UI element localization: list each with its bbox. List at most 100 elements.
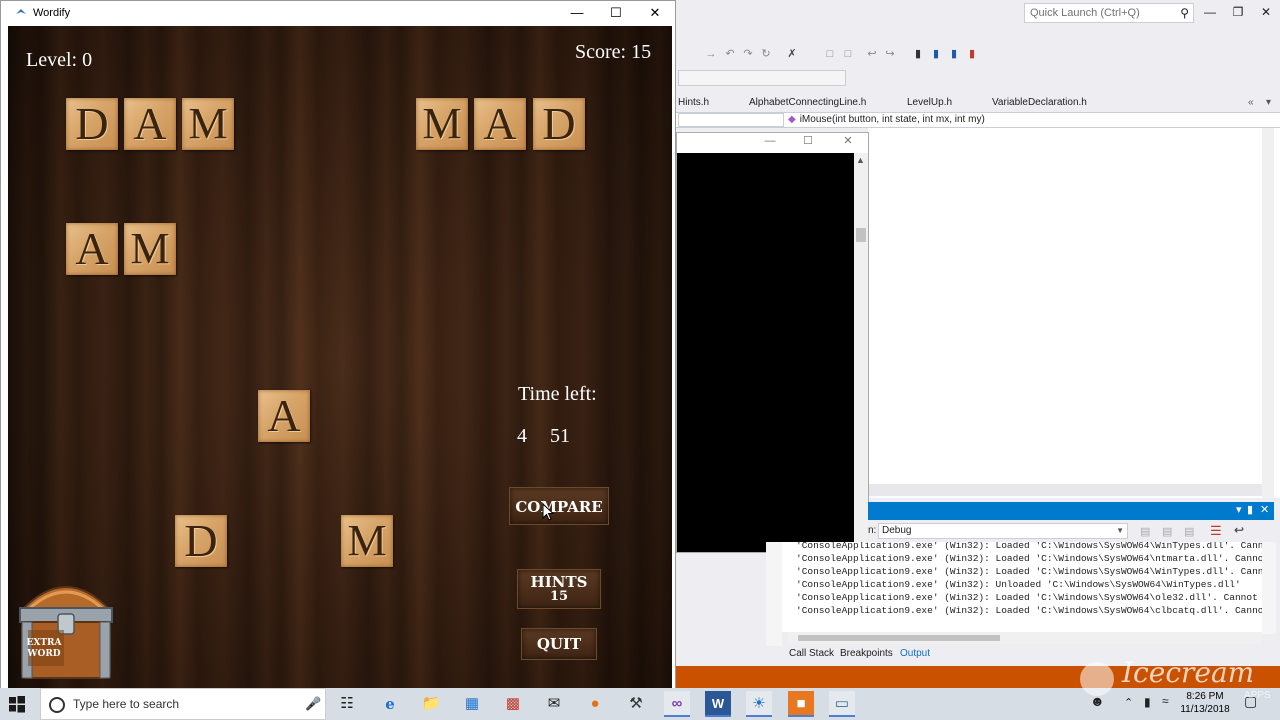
console-app-icon[interactable]: ▭	[829, 691, 855, 717]
output-line: 'ConsoleApplication9.exe' (Win32): Loade…	[796, 592, 1262, 603]
orange-app-icon[interactable]: ■	[788, 691, 814, 717]
letter-tile-m: M	[124, 223, 176, 275]
letter-tile-d: D	[533, 98, 585, 150]
letter-tile-a: A	[124, 98, 176, 150]
nav-scope-select[interactable]	[678, 113, 784, 127]
windows-logo-icon	[9, 696, 25, 713]
tab-call-stack[interactable]: Call Stack	[789, 648, 834, 659]
editor-horizontal-scrollbar[interactable]	[868, 484, 1262, 496]
console-scrollbar[interactable]	[854, 153, 868, 552]
visual-studio-icon[interactable]: ∞	[664, 691, 690, 717]
scroll-up-icon[interactable]: ▲	[856, 155, 865, 165]
tab-breakpoints[interactable]: Breakpoints	[840, 648, 893, 659]
tab-variable-declaration-h[interactable]: VariableDeclaration.h	[992, 96, 1087, 110]
extra-word-chest-button[interactable]: EXTRA WORD	[14, 570, 118, 682]
tab-level-up-h[interactable]: LevelUp.h	[907, 96, 952, 110]
toolbar-uncomment-icon[interactable]: ↪	[884, 48, 896, 60]
toolbar-icon[interactable]: □	[842, 48, 854, 60]
search-icon: ⚲	[1180, 6, 1189, 20]
letter-tile-m[interactable]: M	[341, 515, 393, 567]
tool-icon[interactable]: ⚒	[623, 691, 649, 717]
quit-button[interactable]: QUIT	[521, 628, 597, 660]
hints-button[interactable]: HINTS 15	[517, 569, 601, 609]
firefox-icon[interactable]: ●	[582, 691, 608, 717]
edge-icon[interactable]: e	[377, 691, 403, 717]
letter-tile-m: M	[416, 98, 468, 150]
quick-launch-placeholder: Quick Launch (Ctrl+Q)	[1030, 7, 1140, 19]
solution-config-select[interactable]	[678, 70, 846, 86]
output-source-select[interactable]: Debug ▼	[878, 523, 1128, 539]
letter-tile-a: A	[66, 223, 118, 275]
function-icon: ◆	[788, 114, 796, 125]
toolbar-icon[interactable]: □	[824, 48, 836, 60]
toolbar-refresh-icon[interactable]: ↻	[760, 48, 772, 60]
extra-word-line1: EXTRA	[26, 638, 62, 648]
close-button[interactable]: ✕	[636, 1, 674, 25]
editor-vertical-scrollbar[interactable]	[1262, 128, 1274, 498]
vs-restore-button[interactable]: ❐	[1226, 4, 1250, 20]
find-icon[interactable]: ▤	[1140, 525, 1150, 538]
store-icon[interactable]: ▦	[459, 691, 485, 717]
bookmark-prev-icon[interactable]: ▮	[930, 48, 942, 60]
nav-function-select[interactable]: ◆ iMouse(int button, int state, int mx, i…	[788, 113, 1274, 127]
paint-icon[interactable]: ☀	[746, 691, 772, 717]
console-close-button[interactable]: ✕	[838, 134, 858, 148]
compare-button[interactable]: COMPARE	[509, 487, 609, 525]
watermark-sub: APPS	[1244, 690, 1271, 701]
output-vertical-scrollbar[interactable]	[1262, 542, 1276, 634]
score-indicator: Score: 15	[575, 41, 652, 63]
console-minimize-button[interactable]: —	[760, 134, 780, 148]
toolbar-step-icon[interactable]: ↷	[742, 48, 754, 60]
output-line: 'ConsoleApplication9.exe' (Win32): Loade…	[796, 605, 1262, 616]
letter-tile-a[interactable]: A	[258, 390, 310, 442]
ice-cream-icon	[1080, 662, 1114, 696]
prev-message-icon[interactable]: ▤	[1162, 525, 1172, 538]
tab-output[interactable]: Output	[900, 648, 930, 659]
window-title: Wordify	[33, 7, 71, 19]
treasure-chest-icon	[19, 586, 113, 679]
toolbar-arrow-icon[interactable]: →	[705, 48, 717, 60]
extra-word-label: EXTRA WORD	[26, 638, 62, 660]
tray-date: 11/13/2018	[1180, 704, 1230, 715]
mail-icon[interactable]: ✉	[541, 691, 567, 717]
time-minutes: 4	[517, 425, 527, 447]
maximize-button[interactable]: ☐	[597, 1, 635, 25]
output-show-label: n:	[868, 525, 877, 536]
word-wrap-icon[interactable]: ↩	[1234, 523, 1244, 537]
start-button[interactable]	[8, 695, 26, 716]
clear-all-icon[interactable]: ☰	[1210, 523, 1222, 539]
console-scroll-thumb[interactable]	[856, 228, 866, 242]
output-left-scrollbar[interactable]	[766, 542, 782, 646]
tab-alphabet-connecting-line-h[interactable]: AlphabetConnectingLine.h	[749, 96, 866, 110]
taskbar-search-box[interactable]: Type here to search 🎤	[40, 688, 326, 720]
gift-icon[interactable]: ▩	[500, 691, 526, 717]
close-icon[interactable]: ✕	[1260, 503, 1269, 516]
output-panel-header: ▾ ▮ ✕	[868, 502, 1274, 520]
vs-minimize-button[interactable]: —	[1198, 4, 1222, 20]
console-maximize-button[interactable]: ☐	[798, 134, 818, 148]
task-view-icon[interactable]: ☷	[334, 691, 360, 717]
minimize-button[interactable]: —	[558, 1, 596, 25]
bookmark-clear-icon[interactable]: ▮	[966, 48, 978, 60]
letter-tile-m: M	[182, 98, 234, 150]
output-scroll-thumb[interactable]	[798, 635, 1000, 641]
tab-settings-icon[interactable]: ▾	[1266, 96, 1271, 110]
tab-overflow-icon[interactable]: «	[1248, 96, 1254, 110]
word-icon[interactable]: W	[705, 691, 731, 717]
bookmark-next-icon[interactable]: ▮	[948, 48, 960, 60]
code-editor[interactable]	[868, 128, 1280, 498]
letter-tile-d[interactable]: D	[175, 515, 227, 567]
tab-hints-h[interactable]: Hints.h	[678, 96, 709, 110]
quick-launch-input[interactable]: Quick Launch (Ctrl+Q) ⚲	[1024, 3, 1194, 23]
file-explorer-icon[interactable]: 📁	[418, 691, 444, 717]
bookmark-icon[interactable]: ▮	[912, 48, 924, 60]
toolbar-step-icon[interactable]: ↶	[724, 48, 736, 60]
dropdown-icon[interactable]: ▾	[1236, 503, 1242, 516]
pin-icon[interactable]: ▮	[1247, 503, 1253, 516]
toolbar-comment-icon[interactable]: ↩	[866, 48, 878, 60]
vs-close-button[interactable]: ✕	[1254, 4, 1278, 20]
microphone-icon[interactable]: 🎤	[305, 696, 321, 712]
search-placeholder: Type here to search	[73, 697, 180, 711]
toolbar-tool-icon[interactable]: ✗	[786, 48, 798, 60]
next-message-icon[interactable]: ▤	[1184, 525, 1194, 538]
